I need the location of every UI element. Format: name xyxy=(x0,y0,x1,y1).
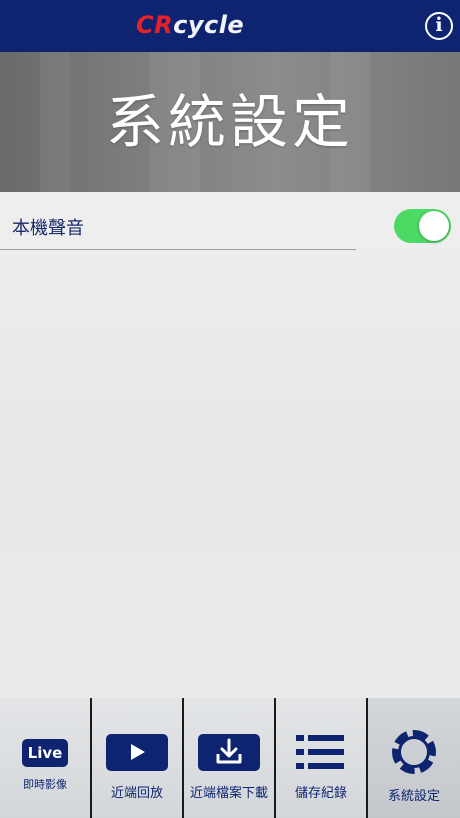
list-bullet xyxy=(296,763,304,769)
tab-label: 系統設定 xyxy=(387,789,440,804)
list-line xyxy=(308,749,344,755)
list-line xyxy=(308,763,344,769)
page-title: 系統設定 xyxy=(105,88,354,156)
list-bullet xyxy=(296,749,304,755)
tab-system-settings[interactable]: 系統設定 xyxy=(368,698,460,818)
logo-cr: CR xyxy=(136,11,174,39)
tab-local-download[interactable]: 近端檔案下載 xyxy=(184,698,274,818)
tab-label: 近端檔案下載 xyxy=(189,786,268,801)
tab-label: 即時影像 xyxy=(23,778,67,791)
download-icon xyxy=(198,734,260,771)
top-bar: CRcycle i xyxy=(0,0,460,52)
device-sound-toggle[interactable] xyxy=(394,209,451,243)
play-triangle xyxy=(131,744,145,760)
tire-icon-inner xyxy=(398,736,430,768)
logo-cycle: cycle xyxy=(173,11,245,39)
tab-label: 近端回放 xyxy=(110,786,163,801)
list-bullet xyxy=(296,735,304,741)
setting-label: 本機聲音 xyxy=(12,218,84,239)
live-icon-text: Live xyxy=(27,744,63,762)
tab-live-view[interactable]: Live 即時影像 xyxy=(0,698,90,818)
bottom-tab-bar: Live 即時影像 近端回放 近端檔案下載 儲存紀錄 系統設定 xyxy=(0,698,460,818)
tab-label: 儲存紀錄 xyxy=(294,786,347,801)
list-line xyxy=(308,735,344,741)
settings-list: 本機聲音 xyxy=(0,192,460,698)
tab-local-playback[interactable]: 近端回放 xyxy=(92,698,182,818)
info-glyph: i xyxy=(435,14,443,36)
tab-saved-records[interactable]: 儲存紀錄 xyxy=(276,698,366,818)
info-icon[interactable]: i xyxy=(425,12,453,40)
toggle-knob xyxy=(419,211,449,241)
crcycle-logo: CRcycle xyxy=(136,10,244,40)
download-glyph xyxy=(216,738,242,764)
page-banner: 系統設定 xyxy=(0,52,460,192)
row-divider xyxy=(0,249,356,250)
setting-row-device-sound: 本機聲音 xyxy=(0,192,460,250)
play-icon xyxy=(106,734,168,771)
live-icon: Live xyxy=(22,739,68,767)
